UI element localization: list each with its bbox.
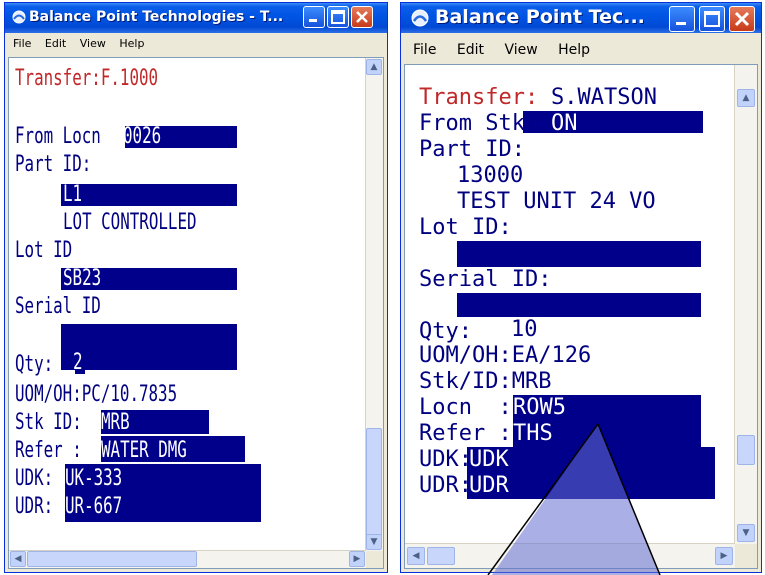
app-icon [411,9,429,27]
maximize-button[interactable] [699,6,725,32]
udk-value: UK-333 [65,466,123,491]
part-id-label: Part ID: [419,137,525,162]
menu-bar: File Edit View Help [8,33,384,55]
maximize-button[interactable] [327,6,349,28]
part-id-field[interactable] [61,184,237,206]
scroll-right-button[interactable]: ▶ [349,551,365,567]
qty-label: Qty: [419,319,472,344]
scroll-thumb[interactable] [737,435,755,465]
close-icon [734,11,750,27]
refer-label: Refer : [15,438,82,463]
form-area: Transfer:F.1000 From Locn 0026 Part ID: … [8,57,384,569]
horizontal-scrollbar[interactable]: ◀ ▶ [9,550,366,568]
serial-id-label: Serial ID [15,294,101,319]
resize-grip[interactable] [366,551,383,568]
udr-label: UDR: [419,473,472,498]
stk-id-value: MRB [101,410,130,435]
transfer-value: S.WATSON [551,85,657,110]
from-stk-value: ON [551,111,578,136]
udk-label: UDK: [419,447,472,472]
hscroll-thumb[interactable] [427,547,455,565]
menu-help[interactable]: Help [549,34,597,58]
lot-id-label: Lot ID: [419,215,512,240]
scroll-left-button[interactable]: ◀ [10,551,26,567]
lot-id-value: SB23 [63,266,102,291]
part-id-label: Part ID: [15,152,92,177]
stk-id-label: Stk ID: [15,410,82,435]
menu-view[interactable]: View [75,33,111,50]
close-button[interactable] [729,6,755,32]
window-title: Balance Point Tec... [435,6,645,28]
udr-label: UDR: [15,494,54,519]
close-button[interactable] [351,6,373,28]
serial-id-field[interactable] [61,324,237,370]
title-bar[interactable]: Balance Point Technologies - T... [5,3,387,33]
qty-value: 10 [511,317,538,342]
maximize-icon [331,10,345,24]
from-locn-value: 0026 [123,124,162,149]
qty-label: Qty: [15,352,54,377]
from-locn-label: From Locn [15,124,111,149]
refer-value: WATER DMG [101,438,187,463]
transfer-line: Transfer:F.1000 [15,66,159,91]
lot-id-label: Lot ID [15,238,73,263]
minimize-button[interactable] [669,6,695,32]
scroll-left-button[interactable]: ◀ [407,547,425,565]
menu-bar: File Edit View Help [404,34,758,64]
menu-help[interactable]: Help [114,33,149,50]
lot-id-field[interactable] [457,241,701,267]
app-icon [12,10,26,24]
title-bar[interactable]: Balance Point Tec... [401,3,761,33]
window-title: Balance Point Technologies - T... [29,9,284,25]
part-description: LOT CONTROLLED [63,210,197,235]
serial-id-field[interactable] [457,293,701,317]
transfer-label: Transfer: [419,85,539,110]
qty-value: 2 [73,350,83,375]
scroll-down-button[interactable]: ▼ [366,534,382,550]
menu-edit[interactable]: Edit [40,33,71,50]
maximize-icon [704,11,720,27]
form-area: Transfer: S.WATSON From Stk: C ON Part I… [404,64,758,569]
serial-id-label: Serial ID: [419,267,552,292]
scroll-right-button[interactable]: ▶ [715,547,733,565]
close-icon [356,11,368,23]
horizontal-scrollbar[interactable]: ◀ ▶ [405,543,735,568]
window-right: Balance Point Tec... File Edit View Help… [400,2,762,573]
vertical-scrollbar[interactable]: ▲ ▼ [365,58,383,551]
from-stk-label: From Stk: C [419,111,565,136]
udk-value: UDK [469,447,509,472]
minimize-button[interactable] [303,6,325,28]
scroll-down-button[interactable]: ▼ [737,524,755,542]
udr-value: UR-667 [65,494,123,519]
refer-value: THS [513,421,553,446]
resize-grip[interactable] [735,544,757,568]
locn-value: ROW5 [513,395,566,420]
part-number: 13000 [457,163,524,188]
menu-file[interactable]: File [8,33,36,50]
scroll-thumb[interactable] [366,428,382,538]
uom-line: UOM/OH:PC/10.7835 [15,382,178,407]
refer-label: Refer : [419,421,512,446]
udk-label: UDK: [15,466,54,491]
uom-line: UOM/OH:EA/126 [419,343,592,368]
menu-view[interactable]: View [495,34,544,58]
minimize-icon [309,19,317,22]
udr-value: UDR [469,473,509,498]
vertical-scrollbar[interactable]: ▲ ▼ [734,65,757,544]
menu-edit[interactable]: Edit [448,34,491,58]
stk-id-line: Stk/ID:MRB [419,369,552,394]
locn-label: Locn : [419,395,512,420]
window-left: Balance Point Technologies - T... File E… [4,2,388,573]
part-description: TEST UNIT 24 VO [457,189,656,214]
scroll-up-button[interactable]: ▲ [366,59,382,75]
scroll-up-button[interactable]: ▲ [737,89,755,107]
part-id-value: L1 [63,182,83,207]
hscroll-thumb[interactable] [27,551,197,567]
menu-file[interactable]: File [404,34,443,58]
minimize-icon [676,22,686,25]
